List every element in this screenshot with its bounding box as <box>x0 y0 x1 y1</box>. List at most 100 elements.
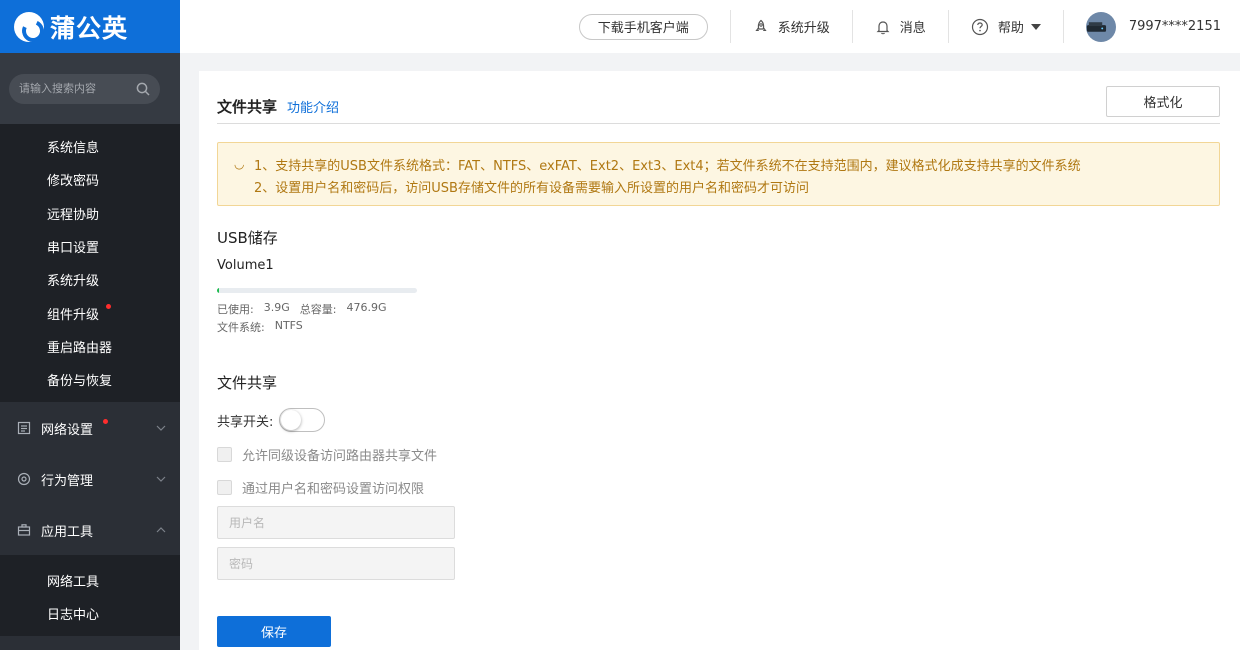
sidebar-group-network-settings[interactable]: 网络设置 <box>0 402 180 453</box>
divider <box>729 10 731 43</box>
notice-line: ◡ 1、支持共享的USB文件系统格式：FAT、NTFS、exFAT、Ext2、E… <box>234 153 1219 175</box>
notification-dot <box>103 419 108 425</box>
sidebar-item-label: 系统升级 <box>47 274 100 290</box>
download-app-button[interactable]: 下载手机客户端 <box>578 13 708 40</box>
avatar <box>1085 11 1116 42</box>
sidebar-item-label: 修改密码 <box>47 174 100 190</box>
brand-name: 蒲公英 <box>50 13 129 43</box>
page-title: 文件共享 <box>217 97 278 116</box>
chevron-down-icon <box>156 476 166 483</box>
search-box[interactable] <box>9 73 160 104</box>
sidebar-item-label: 系统信息 <box>47 141 100 157</box>
logo[interactable]: 蒲公英 <box>0 0 180 53</box>
system-upgrade-label: 系统升级 <box>777 21 830 36</box>
caret-down-icon <box>1030 23 1041 30</box>
storage-usage-meta: 已使用: 3.9G 总容量: 476.9G <box>217 301 396 317</box>
sidebar-item-serial-settings[interactable]: 串口设置 <box>0 230 180 263</box>
credential-access-label: 通过用户名和密码设置访问权限 <box>242 482 425 497</box>
storage-usage-bar <box>217 288 417 293</box>
sidebar-item-label: 网络工具 <box>47 574 100 590</box>
chevron-up-icon <box>156 527 166 533</box>
password-field[interactable] <box>217 547 455 580</box>
sidebar-item-label: 备份与恢复 <box>47 374 113 390</box>
divider <box>1062 10 1064 43</box>
format-button[interactable]: 格式化 <box>1106 86 1220 117</box>
sidebar-item-label: 组件升级 <box>47 307 100 323</box>
feature-intro-link[interactable]: 功能介绍 <box>287 97 339 116</box>
share-switch-row: 共享开关: <box>217 408 326 432</box>
logo-icon <box>14 11 44 42</box>
help-dropdown[interactable]: 帮助 <box>971 17 1041 36</box>
credential-access-checkbox[interactable] <box>217 480 232 495</box>
notification-dot <box>106 304 111 310</box>
share-section-title: 文件共享 <box>217 374 278 392</box>
sidebar-item-label: 重启路由器 <box>47 340 113 356</box>
sidebar: 蒲公英 系统信息 修改密码 远程协助 串口设置 系统升级 组件升级 重启路由器 … <box>0 0 180 650</box>
messages-link[interactable]: 消息 <box>875 17 926 36</box>
notice-box: ◡ 1、支持共享的USB文件系统格式：FAT、NTFS、exFAT、Ext2、E… <box>217 142 1220 206</box>
rocket-icon <box>755 19 767 31</box>
sidebar-group-label: 行为管理 <box>41 473 94 489</box>
sidebar-item-system-info[interactable]: 系统信息 <box>0 130 180 163</box>
target-icon <box>17 473 31 486</box>
search-area <box>0 53 180 124</box>
used-label: 已使用: <box>217 303 254 316</box>
messages-label: 消息 <box>899 21 926 36</box>
help-label: 帮助 <box>997 21 1024 36</box>
fs-value: NTFS <box>274 319 303 332</box>
search-icon[interactable] <box>136 82 150 96</box>
save-button[interactable]: 保存 <box>217 616 331 647</box>
sidebar-item-label: 日志中心 <box>47 607 100 623</box>
option-peer-access[interactable]: 允许同级设备访问路由器共享文件 <box>217 445 437 464</box>
usb-section-title: USB储存 <box>217 229 278 247</box>
panel-header: 文件共享 功能介绍 格式化 <box>217 86 1220 124</box>
top-bar: 下载手机客户端 系统升级 消息 帮助 7997****2151 <box>180 0 1240 53</box>
document-icon <box>17 422 31 435</box>
user-menu[interactable]: 7997****2151 <box>1085 11 1221 42</box>
chevron-down-icon <box>156 425 166 432</box>
notice-text-1: 1、支持共享的USB文件系统格式：FAT、NTFS、exFAT、Ext2、Ext… <box>254 158 1081 174</box>
notice-line: 2、设置用户名和密码后，访问USB存储文件的所有设备需要输入所设置的用户名和密码… <box>234 175 1219 197</box>
system-upgrade-link[interactable]: 系统升级 <box>753 17 830 36</box>
notice-text-2: 2、设置用户名和密码后，访问USB存储文件的所有设备需要输入所设置的用户名和密码… <box>254 180 809 196</box>
username-field[interactable] <box>217 506 455 539</box>
router-device-icon <box>1086 21 1106 32</box>
filesystem-meta: 文件系统: NTFS <box>217 319 313 335</box>
sidebar-item-change-password[interactable]: 修改密码 <box>0 163 180 196</box>
total-value: 476.9G <box>346 301 387 314</box>
app-tools-submenu: 网络工具 日志中心 <box>0 555 180 636</box>
toggle-knob <box>281 410 302 430</box>
option-credential-access[interactable]: 通过用户名和密码设置访问权限 <box>217 478 424 497</box>
sidebar-group-label: 网络设置 <box>41 422 94 438</box>
sidebar-item-label: 串口设置 <box>47 241 100 257</box>
fs-label: 文件系统: <box>217 321 265 334</box>
sidebar-group-app-tools[interactable]: 应用工具 <box>0 504 180 555</box>
sidebar-item-component-upgrade[interactable]: 组件升级 <box>0 296 180 329</box>
user-id: 7997****2151 <box>1128 19 1221 34</box>
help-icon <box>971 18 988 35</box>
volume-name: Volume1 <box>217 258 274 273</box>
share-toggle[interactable] <box>279 408 326 432</box>
sidebar-item-system-upgrade[interactable]: 系统升级 <box>0 263 180 296</box>
system-submenu: 系统信息 修改密码 远程协助 串口设置 系统升级 组件升级 重启路由器 备份与恢… <box>0 124 180 403</box>
toolbox-icon <box>17 524 31 536</box>
used-value: 3.9G <box>263 301 290 314</box>
sidebar-item-reboot-router[interactable]: 重启路由器 <box>0 330 180 363</box>
sidebar-item-log-center[interactable]: 日志中心 <box>0 597 180 630</box>
total-label: 总容量: <box>299 303 337 316</box>
divider <box>947 10 949 43</box>
sidebar-item-remote-assist[interactable]: 远程协助 <box>0 197 180 230</box>
peer-access-checkbox[interactable] <box>217 447 232 462</box>
sidebar-item-backup-restore[interactable]: 备份与恢复 <box>0 363 180 396</box>
sidebar-group-behavior-management[interactable]: 行为管理 <box>0 453 180 504</box>
sidebar-item-network-tools[interactable]: 网络工具 <box>0 563 180 596</box>
divider <box>851 10 853 43</box>
sidebar-group-label: 应用工具 <box>41 524 94 540</box>
main-panel: 文件共享 功能介绍 格式化 ◡ 1、支持共享的USB文件系统格式：FAT、NTF… <box>199 71 1240 650</box>
share-switch-label: 共享开关: <box>217 414 274 430</box>
sidebar-item-label: 远程协助 <box>47 207 100 223</box>
search-input[interactable] <box>19 82 129 95</box>
notice-icon: ◡ <box>234 157 245 171</box>
storage-usage-fill <box>217 288 219 293</box>
peer-access-label: 允许同级设备访问路由器共享文件 <box>242 449 438 464</box>
